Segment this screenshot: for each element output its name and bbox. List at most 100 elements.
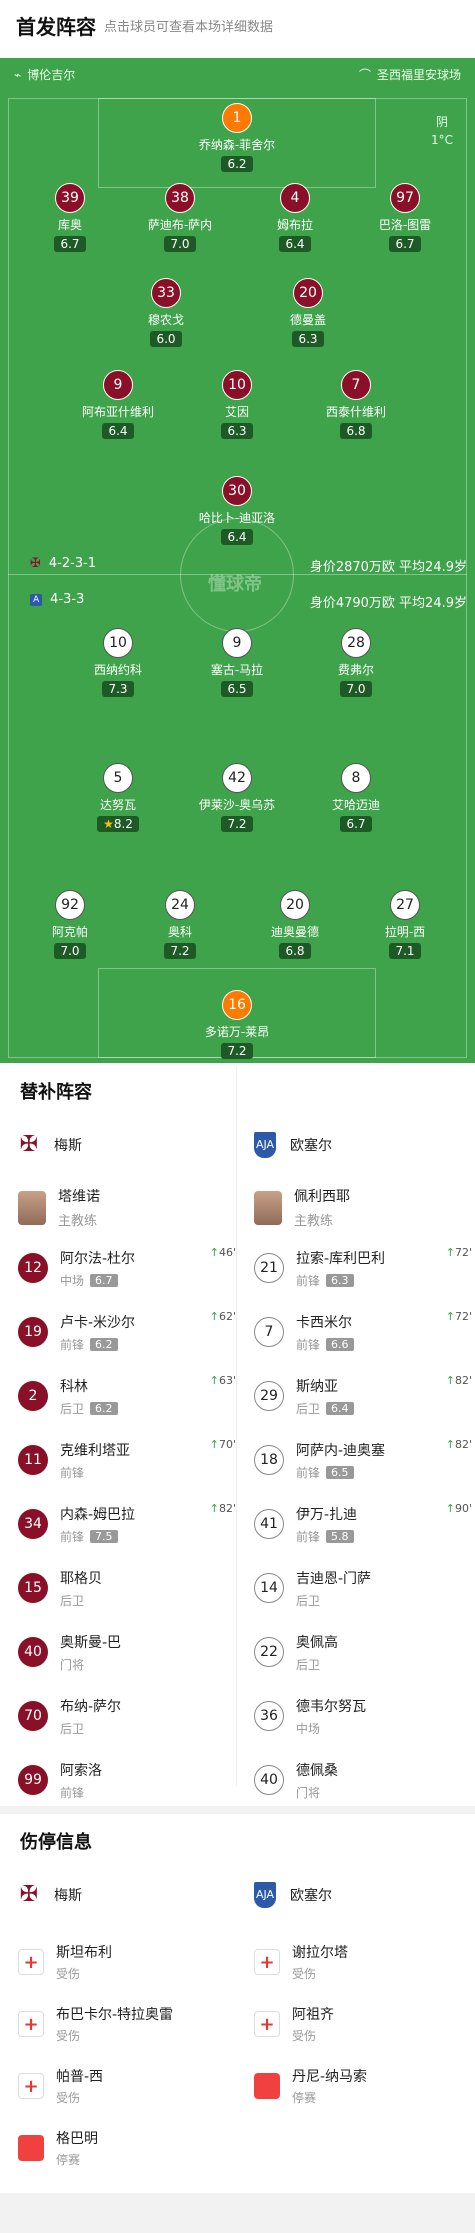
player-home[interactable]: 20 德曼盖 6.3 xyxy=(260,278,356,347)
sub-on-event: ↑82' xyxy=(446,1438,472,1451)
player-position-line: 中场 6.7 xyxy=(60,1272,135,1289)
player-position-line: 后卫 6.4 xyxy=(296,1400,354,1417)
sub-row[interactable]: 70 布纳-萨尔 后卫 xyxy=(18,1684,236,1748)
player-away[interactable]: 10 西纳约科 7.3 xyxy=(70,628,166,697)
player-away[interactable]: 5 达努瓦 ★8.2 xyxy=(70,763,166,832)
player-away[interactable]: 8 艾哈迈迪 6.7 xyxy=(308,763,404,832)
medical-cross-icon: + xyxy=(18,2073,44,2099)
injury-row[interactable]: 格巴明 停赛 xyxy=(18,2128,98,2168)
player-position-line: 前锋 5.8 xyxy=(296,1528,357,1545)
away-coach[interactable]: 佩利西耶 主教练 xyxy=(254,1186,350,1229)
away-value: 身价4790万欧 平均24.9岁 xyxy=(309,596,467,611)
player-position: 后卫 xyxy=(60,1721,85,1736)
player-position-line: 前锋 xyxy=(60,1784,102,1801)
home-coach[interactable]: 塔维诺 主教练 xyxy=(18,1186,100,1229)
sub-minute: 90' xyxy=(454,1502,472,1515)
jersey-number: 20 xyxy=(280,890,310,920)
player-name: 奥科 xyxy=(167,925,192,939)
sub-row[interactable]: 2 科林 后卫 6.2 ↑63' xyxy=(18,1364,236,1428)
medical-cross-icon: + xyxy=(254,2011,280,2037)
player-home[interactable]: 30 哈比卜-迪亚洛 6.4 xyxy=(189,476,285,545)
player-home[interactable]: 4 姆布拉 6.4 xyxy=(247,183,343,252)
whistle-icon: ⌁ xyxy=(14,67,22,82)
jersey-number: 41 xyxy=(254,1509,284,1539)
footer-space xyxy=(0,2193,475,2233)
player-home[interactable]: 33 穆农戈 6.0 xyxy=(118,278,214,347)
player-position: 前锋 xyxy=(60,1785,85,1800)
sub-row[interactable]: 15 耶格贝 后卫 xyxy=(18,1556,236,1620)
player-home[interactable]: 39 库奥 6.7 xyxy=(22,183,118,252)
jersey-number: 20 xyxy=(293,278,323,308)
player-home[interactable]: 10 艾因 6.3 xyxy=(189,370,285,439)
sub-row[interactable]: 19 卢卡-米沙尔 前锋 6.2 ↑62' xyxy=(18,1300,236,1364)
sub-row[interactable]: 11 克维利塔亚 前锋 ↑70' xyxy=(18,1428,236,1492)
player-away[interactable]: 42 伊莱沙-奥乌苏 7.2 xyxy=(189,763,285,832)
player-home[interactable]: 9 阿布亚什维利 6.4 xyxy=(70,370,166,439)
injuries-home-team[interactable]: ✠ 梅斯 xyxy=(18,1882,82,1908)
injury-row[interactable]: + 布巴卡尔-特拉奥雷 受伤 xyxy=(18,2004,173,2044)
player-away[interactable]: 9 塞古-马拉 6.5 xyxy=(189,628,285,697)
player-home[interactable]: 1 乔纳森-菲舍尔 6.2 xyxy=(189,103,285,172)
player-rating: 7.3 xyxy=(102,681,134,697)
red-card-icon xyxy=(254,2073,280,2099)
player-position-line: 后卫 6.2 xyxy=(60,1400,118,1417)
player-rating: 6.3 xyxy=(292,331,324,347)
player-rating: 6.2 xyxy=(221,156,253,172)
sub-row[interactable]: 40 德佩桑 门将 xyxy=(254,1748,472,1812)
sub-row[interactable]: 29 斯纳亚 后卫 6.4 ↑82' xyxy=(254,1364,472,1428)
player-home[interactable]: 38 萨迪布-萨内 7.0 xyxy=(132,183,228,252)
sub-row[interactable]: 40 奥斯曼-巴 门将 xyxy=(18,1620,236,1684)
injury-row[interactable]: + 谢拉尔塔 受伤 xyxy=(254,1942,348,1982)
player-rating: ★8.2 xyxy=(97,816,139,832)
injury-status: 停赛 xyxy=(292,2091,317,2105)
player-position: 中场 xyxy=(60,1273,85,1288)
sub-on-event: ↑62' xyxy=(210,1310,236,1323)
injury-status: 受伤 xyxy=(56,2029,81,2043)
player-away[interactable]: 27 拉明-西 7.1 xyxy=(357,890,453,959)
subs-away-team[interactable]: AJA 欧塞尔 xyxy=(254,1132,332,1158)
player-position: 后卫 xyxy=(60,1593,85,1608)
player-home[interactable]: 97 巴洛-图雷 6.7 xyxy=(357,183,453,252)
sub-row[interactable]: 22 奥佩高 后卫 xyxy=(254,1620,472,1684)
metz-crest-icon: ✠ xyxy=(19,1882,39,1907)
sub-on-icon: ↑ xyxy=(209,1438,219,1451)
player-position-line: 前锋 6.6 xyxy=(296,1336,354,1353)
sub-row[interactable]: 41 伊万-扎迪 前锋 5.8 ↑90' xyxy=(254,1492,472,1556)
player-away[interactable]: 24 奥科 7.2 xyxy=(132,890,228,959)
injuries-away-team[interactable]: AJA 欧塞尔 xyxy=(254,1882,332,1908)
sub-row[interactable]: 99 阿索洛 前锋 xyxy=(18,1748,236,1812)
player-away[interactable]: 20 迪奥曼德 6.8 xyxy=(247,890,343,959)
player-name: 塞古-马拉 xyxy=(210,663,264,677)
player-away[interactable]: 16 多诺万-莱昂 7.2 xyxy=(189,990,285,1059)
sub-on-icon: ↑ xyxy=(445,1438,455,1451)
player-name: 拉明-西 xyxy=(384,925,426,939)
player-rating: 7.0 xyxy=(164,236,196,252)
sub-row[interactable]: 12 阿尔法-杜尔 中场 6.7 ↑46' xyxy=(18,1236,236,1300)
injury-row[interactable]: 丹尼-纳马索 停赛 xyxy=(254,2066,367,2106)
sub-row[interactable]: 18 阿萨内-迪奥塞 前锋 6.5 ↑82' xyxy=(254,1428,472,1492)
jersey-number: 16 xyxy=(222,990,252,1020)
sub-minute: 82' xyxy=(218,1502,236,1515)
jersey-number: 18 xyxy=(254,1445,284,1475)
player-away[interactable]: 92 阿克帕 7.0 xyxy=(22,890,118,959)
sub-row[interactable]: 21 拉索-库利巴利 前锋 6.3 ↑72' xyxy=(254,1236,472,1300)
subs-divider xyxy=(236,1066,237,1786)
jersey-number: 21 xyxy=(254,1253,284,1283)
player-name: 阿索洛 xyxy=(60,1762,102,1779)
sub-row[interactable]: 34 内森-姆巴拉 前锋 7.5 ↑82' xyxy=(18,1492,236,1556)
weather: 阴 1°C xyxy=(430,115,453,147)
player-name: 奥斯曼-巴 xyxy=(60,1634,122,1651)
sub-row[interactable]: 14 吉迪恩-门萨 后卫 xyxy=(254,1556,472,1620)
injury-status: 停赛 xyxy=(56,2153,81,2167)
sub-row[interactable]: 36 德韦尔努瓦 中场 xyxy=(254,1684,472,1748)
sub-on-event: ↑82' xyxy=(210,1502,236,1515)
sub-row[interactable]: 7 卡西米尔 前锋 6.6 ↑72' xyxy=(254,1300,472,1364)
sub-info: 吉迪恩-门萨 后卫 xyxy=(296,1568,371,1609)
subs-home-team[interactable]: ✠ 梅斯 xyxy=(18,1132,82,1158)
sub-info: 克维利塔亚 前锋 xyxy=(60,1440,130,1481)
injury-row[interactable]: + 帕普-西 受伤 xyxy=(18,2066,103,2106)
player-away[interactable]: 28 费弗尔 7.0 xyxy=(308,628,404,697)
player-home[interactable]: 7 西泰什维利 6.8 xyxy=(308,370,404,439)
injury-row[interactable]: + 阿祖齐 受伤 xyxy=(254,2004,334,2044)
injury-row[interactable]: + 斯坦布利 受伤 xyxy=(18,1942,112,1982)
